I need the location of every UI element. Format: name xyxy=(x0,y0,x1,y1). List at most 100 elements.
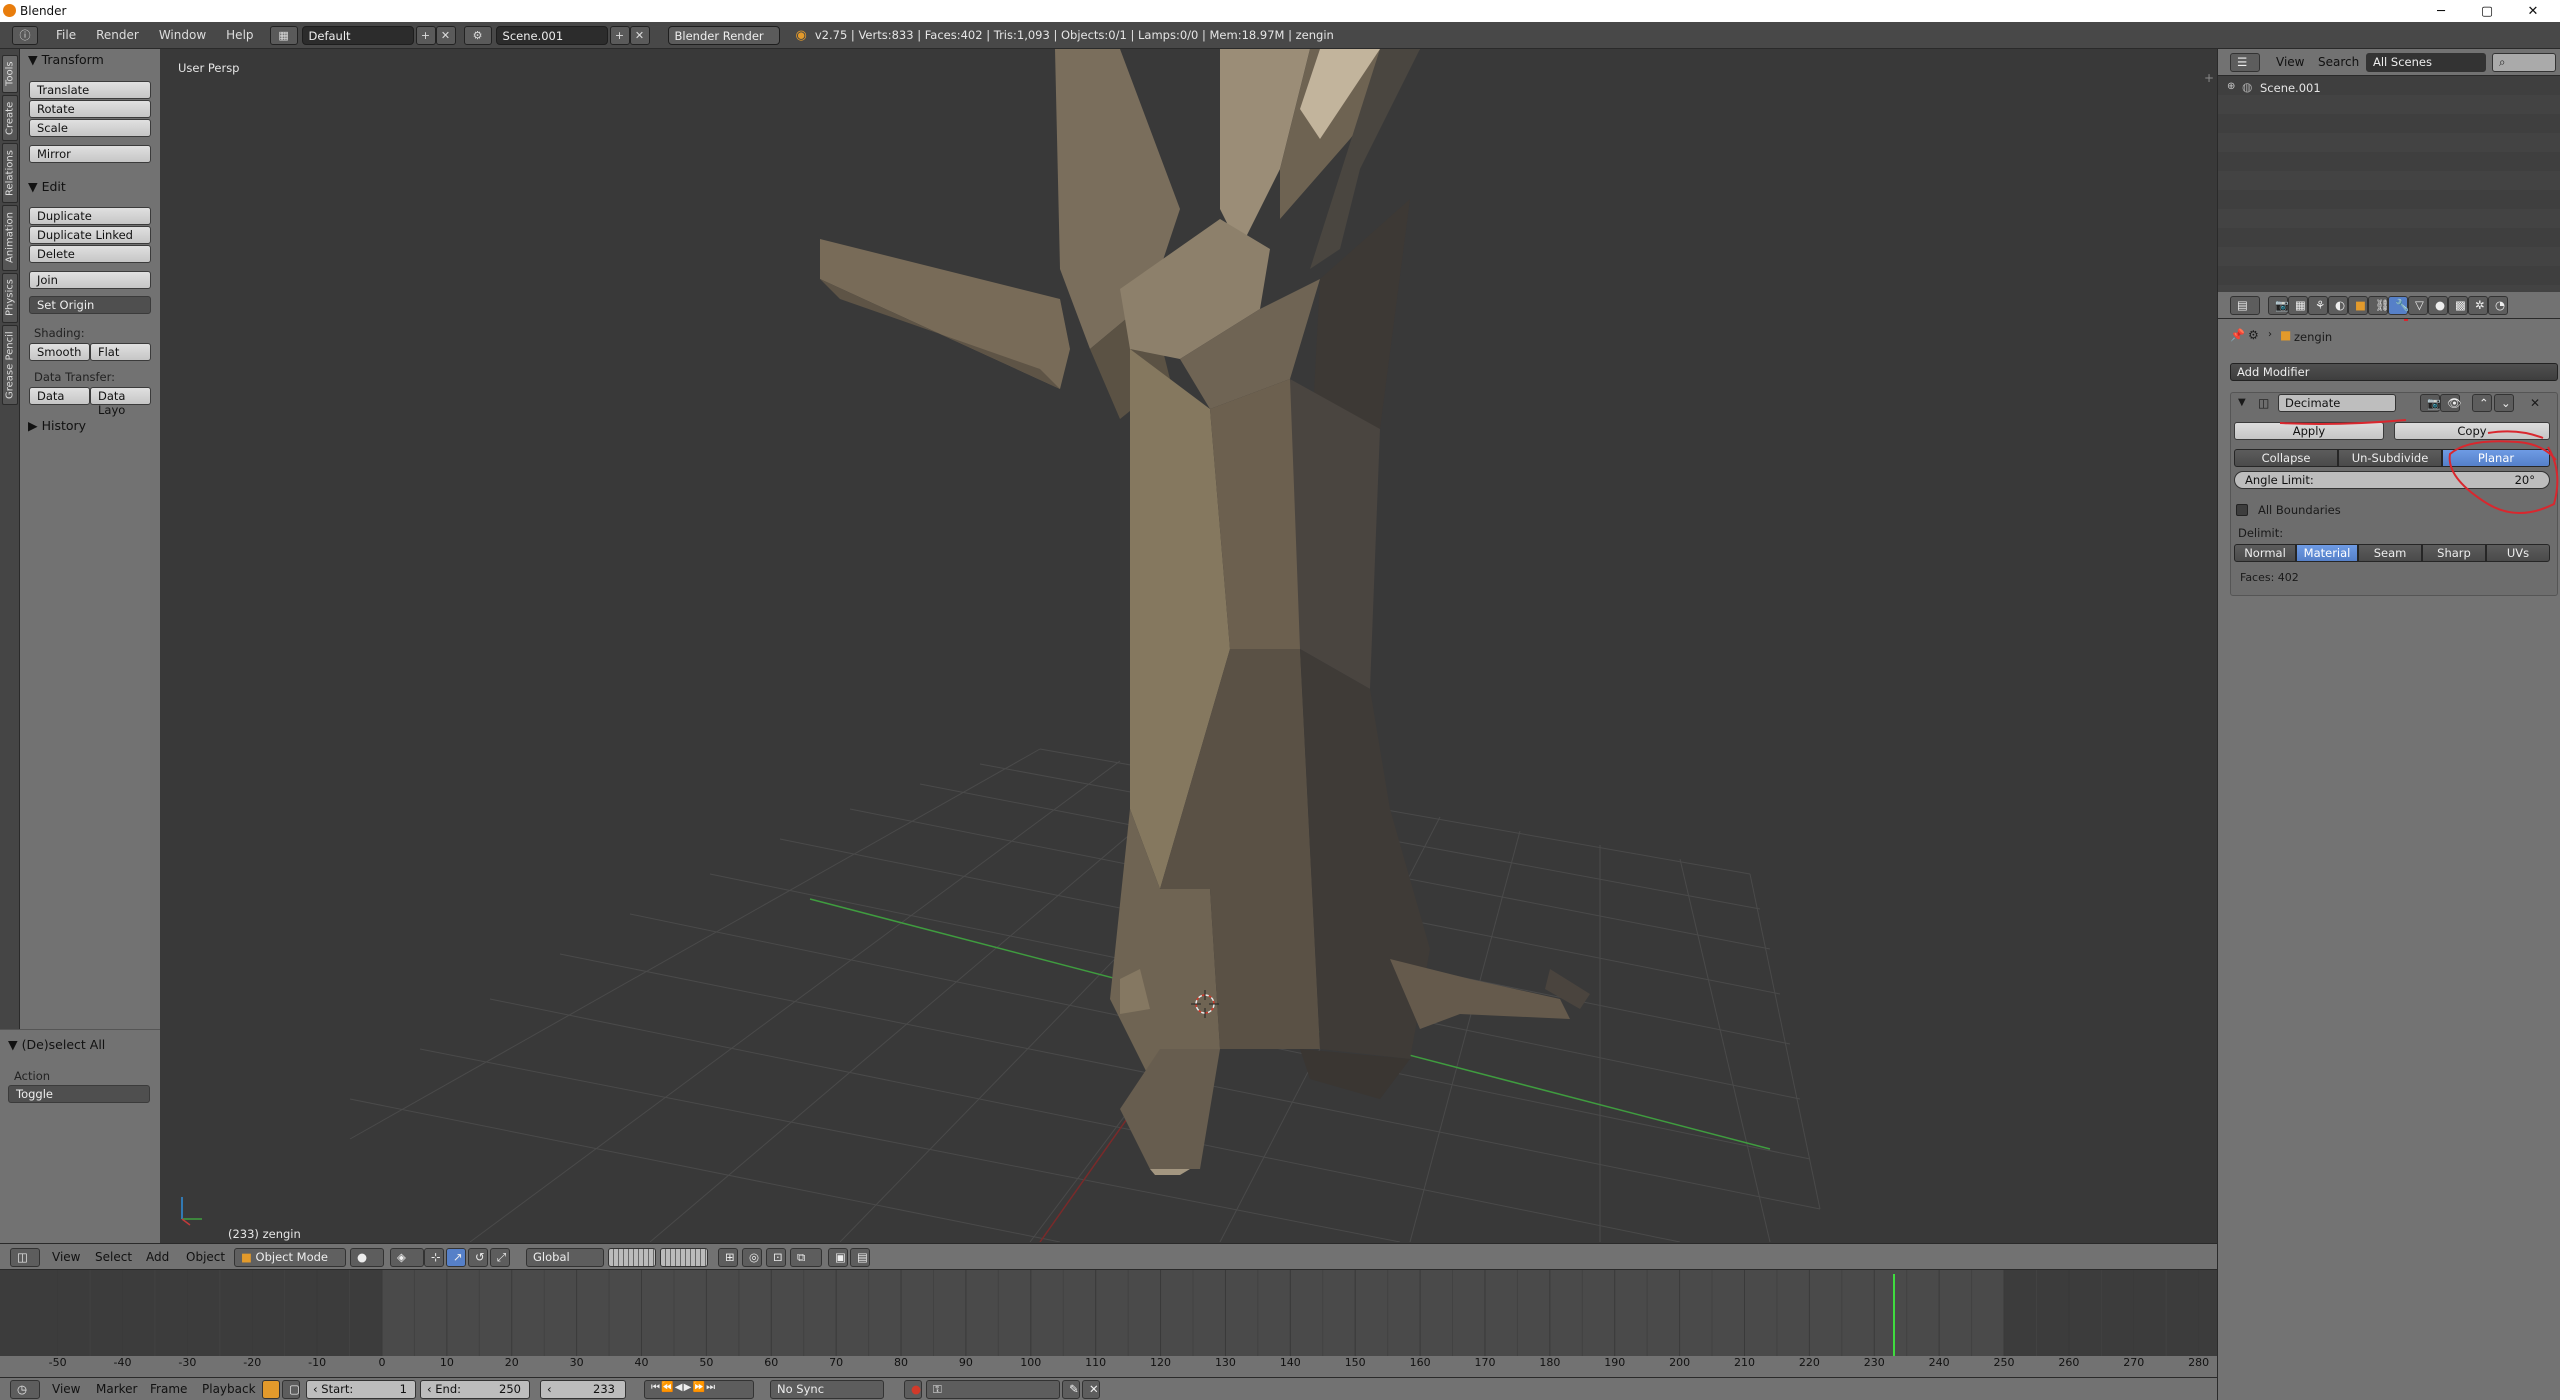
start-frame-field[interactable]: ‹ Start: 1 xyxy=(306,1380,416,1399)
menu-render[interactable]: Render xyxy=(86,28,149,42)
pivot-point-select[interactable]: ◈ xyxy=(390,1248,424,1267)
flat-button[interactable]: Flat xyxy=(90,343,151,361)
rotate-manipulator-icon[interactable]: ↺ xyxy=(468,1248,488,1267)
timeline-marker-menu[interactable]: Marker xyxy=(96,1382,137,1396)
action-label: Action xyxy=(14,1069,51,1083)
viewport-shading-select[interactable]: ● xyxy=(350,1248,384,1267)
scale-button[interactable]: Scale xyxy=(29,119,151,137)
insert-keyframe-icon[interactable]: ✎ xyxy=(1062,1380,1080,1399)
preview-range-icon[interactable] xyxy=(262,1380,280,1399)
duplicate-button[interactable]: Duplicate xyxy=(29,207,151,225)
translate-manipulator-icon[interactable]: ↗ xyxy=(446,1248,466,1267)
scale-manipulator-icon[interactable]: ⤢ xyxy=(490,1248,510,1267)
outliner-view-menu[interactable]: View xyxy=(2276,55,2304,69)
menu-help[interactable]: Help xyxy=(216,28,263,42)
lock-range-icon[interactable]: ▢ xyxy=(282,1380,300,1399)
history-panel-header[interactable]: ▶ History xyxy=(28,418,86,433)
screen-layout-field[interactable]: Default xyxy=(301,25,414,45)
editor-type-outliner-icon[interactable]: ☰ xyxy=(2230,53,2260,72)
expand-toggle-icon[interactable]: ⊕ xyxy=(2227,81,2235,92)
timeline-tick-label: -20 xyxy=(243,1356,262,1369)
snap-toggle-icon[interactable]: ⊡ xyxy=(766,1248,786,1267)
layers-group-2[interactable] xyxy=(660,1248,708,1267)
data-button[interactable]: Data xyxy=(29,387,90,405)
add-screen-icon[interactable]: + xyxy=(415,25,436,45)
current-frame-indicator[interactable] xyxy=(1892,1274,1895,1356)
tab-grease-pencil[interactable]: Grease Pencil xyxy=(2,325,18,405)
playback-controls[interactable]: ⏮ ⏪ ◀ ▶ ⏩ ⏭ xyxy=(644,1380,754,1399)
end-frame-field[interactable]: ‹ End: 250 xyxy=(420,1380,530,1399)
mirror-button[interactable]: Mirror xyxy=(29,145,151,163)
editor-type-timeline-icon[interactable]: ◷ xyxy=(10,1380,40,1399)
timeline-header: ◷ View Marker Frame Playback ▢ ‹ Start: 1… xyxy=(0,1377,2217,1400)
close-button[interactable]: ✕ xyxy=(2510,0,2556,22)
tab-create[interactable]: Create xyxy=(2,95,18,141)
lock-layers-icon[interactable]: ⊞ xyxy=(718,1248,738,1267)
outliner-search-field[interactable]: ⌕ xyxy=(2492,53,2556,72)
tab-animation[interactable]: Animation xyxy=(2,205,18,271)
duplicate-linked-button[interactable]: Duplicate Linked xyxy=(29,226,151,244)
deselect-all-header[interactable]: ▼ (De)select All xyxy=(8,1037,105,1052)
minimize-button[interactable]: ─ xyxy=(2418,0,2464,22)
editor-type-info-icon[interactable]: ⓘ xyxy=(12,25,38,45)
editor-type-3dview-icon[interactable]: ◫ xyxy=(10,1248,40,1267)
delete-scene-icon[interactable]: ✕ xyxy=(629,25,650,45)
opengl-render-icon[interactable]: ▣ xyxy=(828,1248,848,1267)
add-menu[interactable]: Add xyxy=(146,1250,169,1264)
screen-layout-icon[interactable]: ▦ xyxy=(269,25,298,45)
keying-set-field[interactable]: ⚿ xyxy=(926,1380,1060,1399)
opengl-anim-icon[interactable]: ▤ xyxy=(850,1248,870,1267)
manipulator-toggle-icon[interactable]: ⊹ xyxy=(424,1248,444,1267)
edit-panel-header[interactable]: ▼ Edit xyxy=(28,179,66,194)
proportional-edit-icon[interactable]: ◎ xyxy=(742,1248,762,1267)
set-origin-select[interactable]: Set Origin xyxy=(29,296,151,314)
delete-screen-icon[interactable]: ✕ xyxy=(435,25,456,45)
timeline-playback-menu[interactable]: Playback xyxy=(202,1382,256,1396)
object-menu[interactable]: Object xyxy=(186,1250,225,1264)
sync-mode-select[interactable]: No Sync xyxy=(770,1380,884,1399)
layers-group-1[interactable] xyxy=(608,1248,656,1267)
outliner-search-menu[interactable]: Search xyxy=(2318,55,2359,69)
timeline-tick-label: 140 xyxy=(1279,1356,1301,1369)
action-select[interactable]: Toggle xyxy=(8,1085,150,1103)
orientation-select[interactable]: Global xyxy=(526,1248,604,1267)
mode-select[interactable]: ■ Object Mode xyxy=(234,1248,346,1267)
timeline-tick-label: 0 xyxy=(378,1356,386,1369)
tab-tools[interactable]: Tools xyxy=(2,55,18,93)
menu-file[interactable]: File xyxy=(46,28,86,42)
timeline-frame-menu[interactable]: Frame xyxy=(150,1382,187,1396)
scene-field[interactable]: Scene.001 xyxy=(495,25,608,45)
snap-element-select[interactable]: ⧉ xyxy=(790,1248,822,1267)
record-icon[interactable]: ● xyxy=(904,1380,922,1399)
delete-button[interactable]: Delete xyxy=(29,245,151,263)
tool-shelf: ▼ Transform Translate Rotate Scale Mirro… xyxy=(20,49,160,1029)
timeline-view-menu[interactable]: View xyxy=(52,1382,80,1396)
translate-button[interactable]: Translate xyxy=(29,81,151,99)
scene-icon[interactable]: ⚙ xyxy=(463,25,492,45)
tab-physics[interactable]: Physics xyxy=(2,273,18,323)
view-menu[interactable]: View xyxy=(52,1250,80,1264)
area-split-plus-icon[interactable]: + xyxy=(2204,71,2214,85)
timeline-tick-label: 70 xyxy=(829,1356,844,1369)
timeline-tick-label: 200 xyxy=(1669,1356,1691,1369)
smooth-button[interactable]: Smooth xyxy=(29,343,90,361)
data-layout-button[interactable]: Data Layo xyxy=(90,387,151,417)
render-engine-select[interactable]: Blender Render xyxy=(667,25,780,45)
menu-window[interactable]: Window xyxy=(149,28,216,42)
select-menu[interactable]: Select xyxy=(95,1250,132,1264)
outliner-scene-item[interactable]: Scene.001 xyxy=(2260,81,2321,95)
current-frame-field[interactable]: ‹ 233 xyxy=(540,1380,626,1399)
add-scene-icon[interactable]: + xyxy=(609,25,630,45)
tab-relations[interactable]: Relations xyxy=(2,143,18,203)
blender-logo-icon xyxy=(3,4,16,17)
scenes-dropdown[interactable]: All Scenes xyxy=(2366,53,2486,72)
maximize-button[interactable]: ▢ xyxy=(2464,0,2510,22)
deselect-all-label: (De)select All xyxy=(21,1037,106,1052)
shading-label: Shading: xyxy=(34,326,85,340)
join-button[interactable]: Join xyxy=(29,271,151,289)
delete-keyframe-icon[interactable]: ✕ xyxy=(1082,1380,1100,1399)
rotate-button[interactable]: Rotate xyxy=(29,100,151,118)
transform-panel-header[interactable]: ▼ Transform xyxy=(28,52,104,67)
3d-viewport[interactable]: User Persp (233) zengin + xyxy=(160,49,2217,1242)
timeline-tick-label: 230 xyxy=(1863,1356,1885,1369)
